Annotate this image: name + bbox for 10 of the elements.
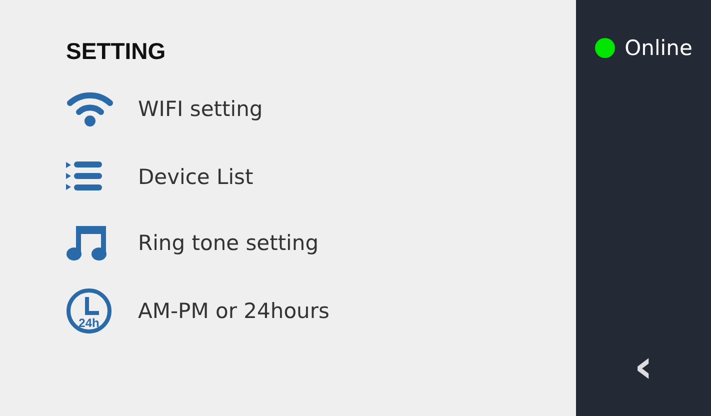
menu-item[interactable]: Ring tone setting: [66, 219, 319, 267]
music-note-icon: [66, 224, 108, 262]
settings-title: SETTING: [66, 38, 166, 65]
wifi-icon: [66, 91, 114, 127]
menu-item[interactable]: Device List: [66, 153, 254, 201]
clock-icon: 24h: [66, 288, 112, 334]
menu-item[interactable]: 24h AM-PM or 24hours: [66, 287, 330, 335]
back-button[interactable]: ‹: [628, 346, 659, 386]
menu-item[interactable]: WIFI setting: [66, 85, 263, 133]
status-text: Online: [624, 36, 692, 60]
